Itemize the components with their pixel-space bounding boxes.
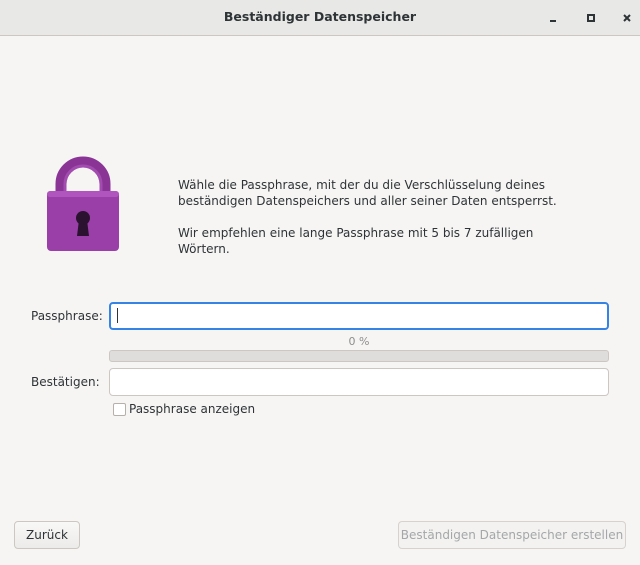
show-passphrase-checkbox[interactable] (113, 403, 126, 416)
padlock-icon (47, 156, 119, 251)
confirm-input[interactable] (109, 368, 609, 396)
title-bar: Beständiger Datenspeicher (0, 0, 640, 36)
confirm-label: Bestätigen: (31, 375, 100, 389)
passphrase-input[interactable] (109, 302, 609, 330)
description-line-1: Wähle die Passphrase, mit der du die Ver… (178, 178, 545, 192)
recommendation-text: Wir empfehlen eine lange Passphrase mit … (178, 226, 534, 256)
maximize-button[interactable] (581, 8, 601, 28)
minimize-icon (550, 20, 556, 22)
back-button[interactable]: Zurück (14, 521, 80, 549)
close-icon (623, 14, 631, 22)
description-line-2: beständigen Datenspeichers und aller sei… (178, 194, 557, 208)
show-passphrase-label[interactable]: Passphrase anzeigen (129, 402, 255, 416)
strength-percent: 0 % (348, 335, 370, 348)
minimize-button[interactable] (543, 8, 563, 28)
create-storage-button[interactable]: Beständigen Datenspeicher erstellen (398, 521, 626, 549)
description: Wähle die Passphrase, mit der du die Ver… (178, 177, 578, 257)
maximize-icon (587, 14, 595, 22)
passphrase-label: Passphrase: (31, 309, 103, 323)
text-cursor (117, 308, 118, 323)
close-button[interactable] (617, 8, 637, 28)
strength-bar (109, 350, 609, 362)
